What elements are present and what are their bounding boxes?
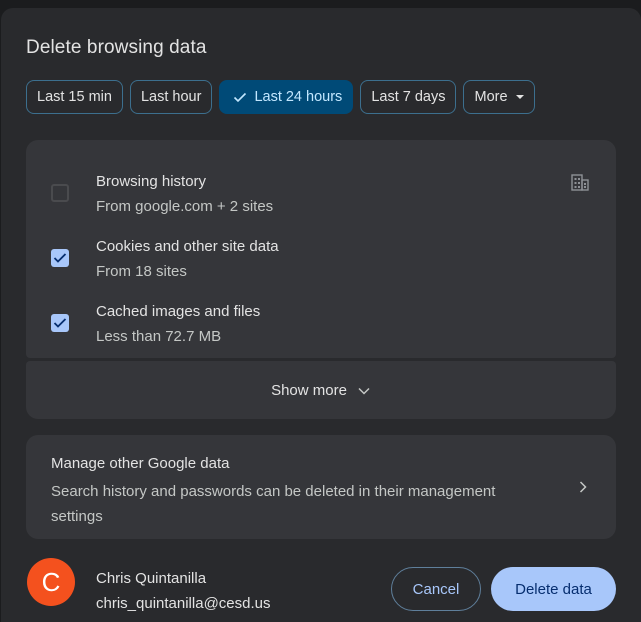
item-title: Browsing history (96, 173, 207, 190)
checkmark-icon (53, 318, 67, 328)
chip-label: Last 24 hours (254, 89, 343, 105)
item-cached-images[interactable]: Cached images and files Less than 72.7 M… (26, 290, 616, 346)
item-title: Cookies and other site data (96, 238, 279, 255)
chip-last-24-hours[interactable]: Last 24 hours (219, 80, 354, 114)
manage-google-data-link[interactable]: Manage other Google data Search history … (26, 435, 616, 539)
delete-label: Delete data (515, 580, 592, 598)
time-range-chips: Last 15 min Last hour Last 24 hours Last… (26, 80, 535, 114)
chip-more-dropdown[interactable]: More (463, 80, 535, 114)
item-subtitle: From google.com + 2 sites (96, 198, 274, 215)
chip-label: More (474, 89, 508, 105)
account-name: Chris Quintanilla (96, 570, 207, 587)
chevron-right-icon (579, 481, 587, 493)
data-types-card: Browsing history From google.com + 2 sit… (26, 140, 616, 358)
chip-last-hour[interactable]: Last hour (129, 80, 213, 114)
cancel-button[interactable]: Cancel (391, 567, 481, 611)
chip-label: Last 7 days (371, 89, 446, 105)
item-browsing-history[interactable]: Browsing history From google.com + 2 sit… (26, 160, 616, 216)
item-subtitle: Less than 72.7 MB (96, 328, 222, 345)
cached-images-checkbox[interactable] (51, 314, 69, 332)
building-icon (571, 174, 589, 191)
chip-label: Last 15 min (37, 89, 112, 105)
manage-description: Search history and passwords can be dele… (51, 483, 496, 525)
dialog-title: Delete browsing data (26, 37, 207, 58)
avatar: C (27, 558, 75, 606)
browsing-history-checkbox[interactable] (51, 184, 69, 202)
show-more-label: Show more (271, 381, 347, 399)
item-cookies[interactable]: Cookies and other site data From 18 site… (26, 225, 616, 281)
chip-label: Last hour (140, 89, 202, 105)
item-title: Cached images and files (96, 303, 261, 320)
delete-browsing-data-dialog: Delete browsing data Last 15 min Last ho… (1, 8, 641, 622)
caret-down-icon (515, 95, 524, 99)
manage-title: Manage other Google data (51, 455, 230, 472)
chevron-down-icon (358, 387, 370, 395)
check-icon (234, 92, 247, 103)
chip-last-7-days[interactable]: Last 7 days (360, 80, 457, 114)
cancel-label: Cancel (412, 580, 460, 598)
chip-last-15-min[interactable]: Last 15 min (26, 80, 123, 114)
item-subtitle: From 18 sites (96, 263, 187, 280)
delete-data-button[interactable]: Delete data (491, 567, 616, 611)
show-more-button[interactable]: Show more (26, 361, 616, 419)
checkmark-icon (53, 253, 67, 263)
cookies-checkbox[interactable] (51, 249, 69, 267)
account-email: chris_quintanilla@cesd.us (96, 595, 271, 612)
